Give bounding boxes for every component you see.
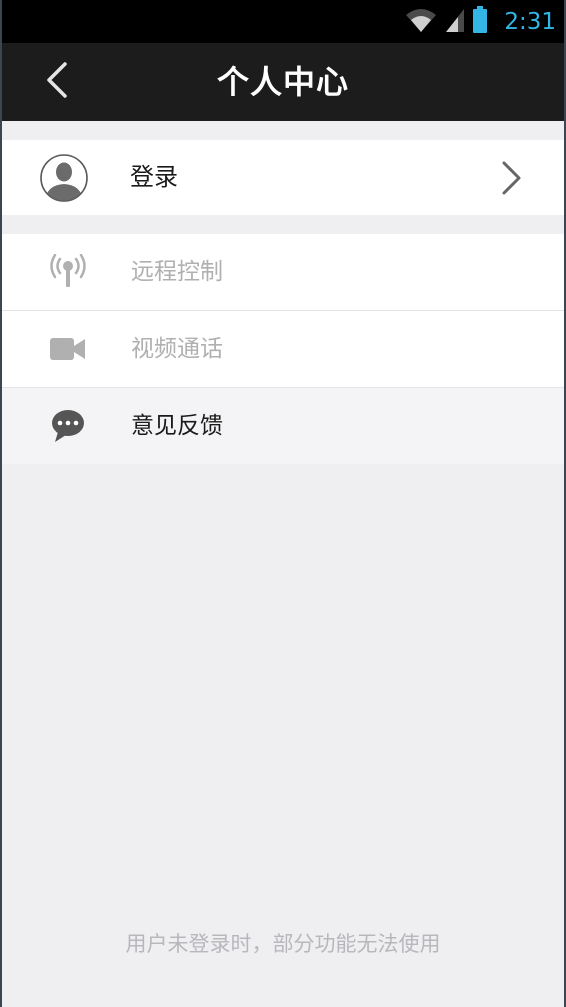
login-hint-text: 用户未登录时，部分功能无法使用 — [125, 932, 441, 956]
page-title: 个人中心 — [216, 63, 349, 101]
status-time: 2:31 — [504, 9, 556, 35]
battery-icon — [472, 6, 488, 38]
status-icons: 2:31 — [404, 4, 556, 40]
back-button[interactable] — [32, 57, 82, 107]
signal-icon — [444, 7, 466, 37]
login-row[interactable]: 登录 — [2, 140, 564, 215]
menu-item-label: 视频通话 — [131, 336, 223, 362]
chat-bubble-icon — [48, 408, 88, 444]
menu-item-remote-control[interactable]: 远程控制 — [2, 234, 564, 311]
chevron-right-icon — [500, 160, 524, 196]
menu-item-label: 远程控制 — [131, 259, 223, 285]
status-bar: 2:31 — [2, 0, 564, 43]
video-camera-icon — [48, 331, 88, 367]
wifi-icon — [404, 7, 438, 37]
app-screen: 2:31 个人中心 登录 远程控制 视频通话 意见反馈 用户未登录时，部分功能无… — [2, 0, 564, 1007]
antenna-icon — [48, 254, 88, 290]
menu-item-feedback[interactable]: 意见反馈 — [2, 388, 564, 464]
nav-bar: 个人中心 — [2, 43, 564, 121]
menu-item-label: 意见反馈 — [131, 413, 223, 439]
user-avatar-icon — [40, 154, 88, 202]
menu-item-video-call[interactable]: 视频通话 — [2, 311, 564, 388]
chevron-left-icon — [45, 61, 69, 103]
menu-list: 远程控制 视频通话 意见反馈 — [2, 234, 564, 464]
login-label: 登录 — [130, 163, 178, 191]
